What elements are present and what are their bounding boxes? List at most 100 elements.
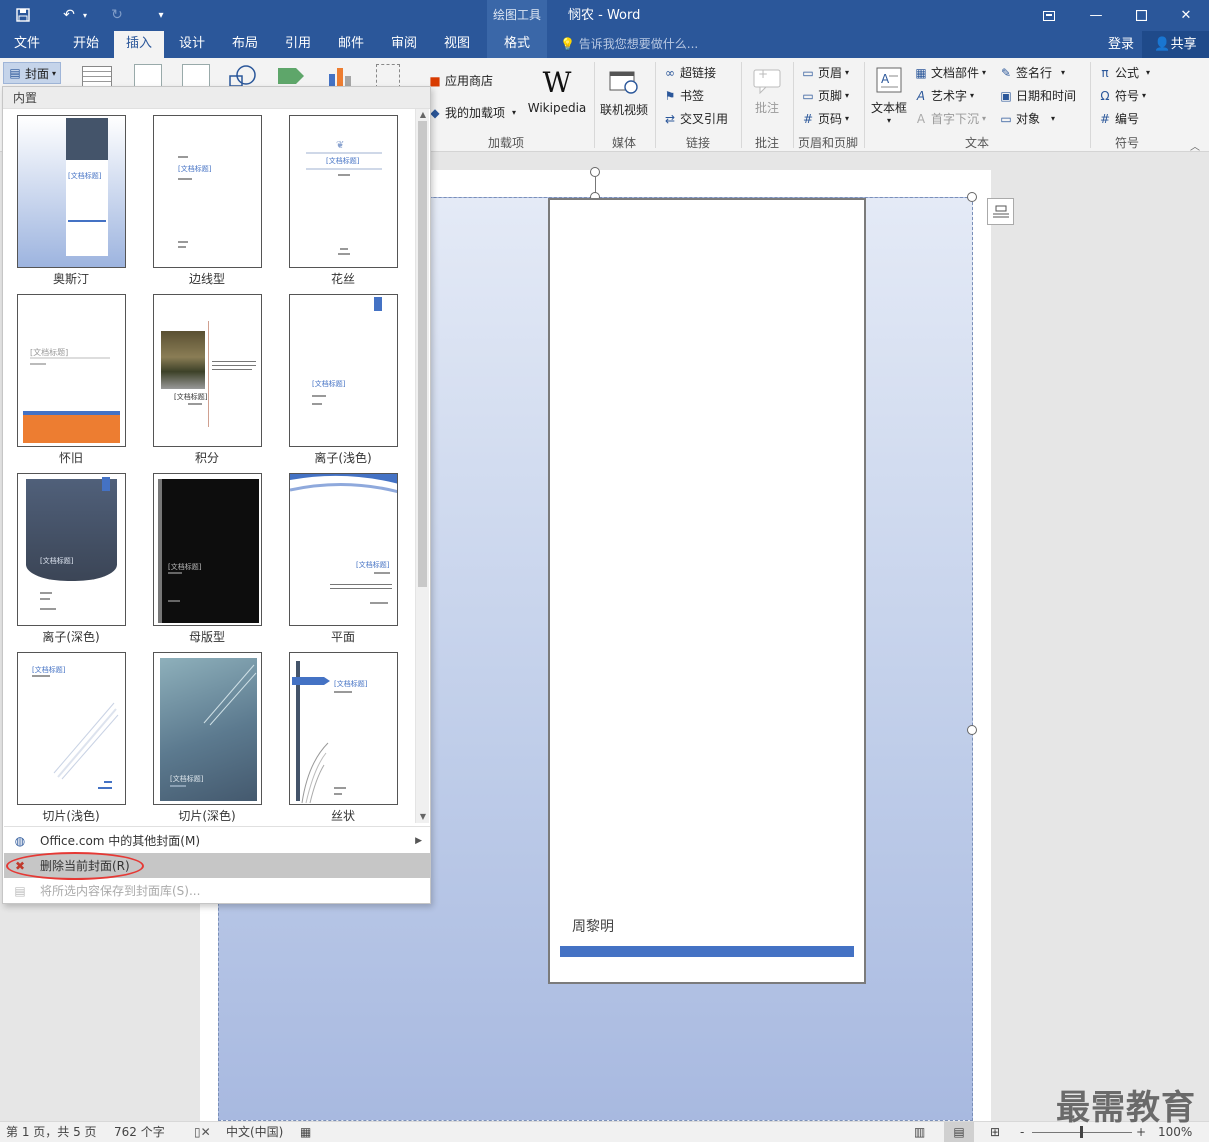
object-button[interactable]: ▭ 对象 ▾ <box>999 110 1055 127</box>
resize-handle-right[interactable] <box>967 725 977 735</box>
page-number-button[interactable]: # 页码 ▾ <box>801 110 849 127</box>
zoom-out-button[interactable]: - <box>1020 1122 1024 1142</box>
share-button[interactable]: 👤共享 <box>1142 31 1209 58</box>
my-addins-button[interactable]: ◆ 我的加载项 ▾ <box>428 104 516 121</box>
collapse-ribbon-icon[interactable]: ︿ <box>1190 138 1200 153</box>
online-video-label: 联机视频 <box>599 103 648 117</box>
chevron-down-icon: ▾ <box>970 91 975 100</box>
login-link[interactable]: 登录 <box>1108 31 1134 58</box>
tab-insert[interactable]: 插入 <box>114 31 164 58</box>
cover-tile-austin[interactable]: [文档标题] 奥斯汀 <box>3 110 139 286</box>
tab-file[interactable]: 文件 <box>2 31 52 58</box>
tab-layout[interactable]: 布局 <box>221 31 269 58</box>
header-button[interactable]: ▭ 页眉 ▾ <box>801 64 849 81</box>
signature-line-button[interactable]: ✎ 签名行 ▾ <box>999 64 1065 81</box>
cross-reference-button[interactable]: ⇄ 交叉引用 <box>663 110 728 127</box>
tab-home[interactable]: 开始 <box>60 31 112 58</box>
cover-text-frame[interactable]: 周黎明 <box>548 198 866 984</box>
online-video-button[interactable]: 联机视频 <box>598 66 650 118</box>
signature-line-label: 签名行 <box>1016 66 1053 80</box>
store-button[interactable]: ■ 应用商店 <box>428 72 493 89</box>
resize-handle-top-right[interactable] <box>967 192 977 202</box>
undo-dropdown-icon[interactable]: ▾ <box>78 4 92 26</box>
read-mode-icon[interactable]: ▥ <box>914 1122 925 1142</box>
language-indicator[interactable]: 中文(中国) <box>226 1122 283 1142</box>
word-count[interactable]: 762 个字 <box>114 1122 165 1142</box>
footer-button[interactable]: ▭ 页脚 ▾ <box>801 87 849 104</box>
smartart-icon[interactable] <box>276 66 306 86</box>
number-button[interactable]: # 编号 <box>1098 110 1139 127</box>
cover-tile-sideline[interactable]: [文档标题] 边线型 <box>139 110 275 286</box>
chart-icon[interactable] <box>326 64 354 88</box>
author-text[interactable]: 周黎明 <box>572 916 614 936</box>
proofing-icon[interactable]: ▯✕ <box>194 1122 211 1142</box>
maximize-icon[interactable] <box>1118 0 1164 31</box>
screenshot-icon[interactable] <box>376 64 400 88</box>
redo-icon[interactable]: ↻ <box>104 4 130 26</box>
cover-thumbnail: ❦ [文档标题] <box>289 115 398 268</box>
save-selection-label: 将所选内容保存到封面库(S)... <box>40 884 201 898</box>
tile-label: 丝状 <box>330 809 355 823</box>
cover-tile-wisp[interactable]: [文档标题] 丝状 <box>275 647 411 823</box>
hyperlink-button[interactable]: ∞ 超链接 <box>663 64 716 81</box>
date-time-button[interactable]: ▣ 日期和时间 <box>999 87 1076 104</box>
picture-icon[interactable] <box>134 64 162 88</box>
cover-tile-facet[interactable]: [文档标题] 平面 <box>275 468 411 644</box>
chevron-down-icon: ▾ <box>886 116 891 125</box>
tab-mailings[interactable]: 邮件 <box>327 31 375 58</box>
cover-page-button[interactable]: ▤ 封面 ▾ <box>3 62 62 84</box>
gallery-scrollbar[interactable]: ▲ ▼ <box>415 109 429 823</box>
minimize-icon[interactable]: — <box>1073 0 1119 31</box>
cover-tile-retrospect[interactable]: [文档标题] 怀旧 <box>3 289 139 465</box>
page-count[interactable]: 第 1 页，共 5 页 <box>6 1122 97 1142</box>
tab-format[interactable]: 格式 <box>487 31 547 58</box>
cover-thumbnail: [文档标题] <box>17 473 126 626</box>
tab-references[interactable]: 引用 <box>274 31 322 58</box>
tile-label: 边线型 <box>188 272 225 286</box>
ribbon-display-icon[interactable] <box>1026 0 1072 31</box>
new-comment-button[interactable]: + 批注 <box>746 64 788 116</box>
symbol-button[interactable]: Ω 符号 ▾ <box>1098 87 1146 104</box>
macro-recording-icon[interactable]: ▦ <box>300 1122 311 1142</box>
more-covers-office-item[interactable]: ◍ Office.com 中的其他封面(M) ▶ <box>4 828 430 853</box>
cover-tile-filigree[interactable]: ❦ [文档标题] 花丝 <box>275 110 411 286</box>
watermark-logo: 最需教育 <box>1056 1088 1196 1128</box>
cover-tile-slice-dark[interactable]: [文档标题] 切片(深色) <box>139 647 275 823</box>
tab-review[interactable]: 审阅 <box>380 31 428 58</box>
cover-thumbnail: [文档标题] <box>289 294 398 447</box>
cover-tile-ion-dark[interactable]: [文档标题] 离子(深色) <box>3 468 139 644</box>
dropcap-icon: A <box>916 111 926 126</box>
tile-label: 切片(深色) <box>178 809 236 823</box>
tell-me-box[interactable]: 💡 告诉我您想要做什么... <box>560 31 698 58</box>
close-icon[interactable]: ✕ <box>1163 0 1209 31</box>
save-icon[interactable] <box>10 4 36 26</box>
print-layout-icon[interactable]: ▤ <box>944 1122 974 1142</box>
tab-design[interactable]: 设计 <box>168 31 216 58</box>
cover-tile-ion-light[interactable]: [文档标题] 离子(浅色) <box>275 289 411 465</box>
globe-page-icon: ◍ <box>14 833 26 848</box>
wordart-button[interactable]: A 艺术字 ▾ <box>914 87 974 104</box>
online-picture-icon[interactable] <box>182 64 210 88</box>
shapes-icon[interactable] <box>228 64 258 88</box>
quick-parts-button[interactable]: ▦ 文档部件 ▾ <box>914 64 986 81</box>
cover-tile-slice-light[interactable]: [文档标题] 切片(浅色) <box>3 647 139 823</box>
web-layout-icon[interactable]: ⊞ <box>990 1122 1000 1142</box>
textbox-button[interactable]: A 文本框 ▾ <box>868 64 910 125</box>
bookmark-button[interactable]: ⚑ 书签 <box>663 87 704 104</box>
equation-button[interactable]: π 公式 ▾ <box>1098 64 1150 81</box>
accent-bar <box>560 946 854 957</box>
rotate-handle[interactable] <box>590 167 600 177</box>
customize-qat-icon[interactable]: ▾ <box>148 4 174 26</box>
scrollbar-thumb[interactable] <box>418 121 427 587</box>
table-icon[interactable] <box>82 66 112 88</box>
svg-text:A: A <box>881 72 890 86</box>
scroll-down-icon[interactable]: ▼ <box>416 811 430 823</box>
scroll-up-icon[interactable]: ▲ <box>416 109 430 121</box>
layout-options-icon[interactable] <box>987 198 1014 225</box>
cover-tile-banded[interactable]: [文档标题] 母版型 <box>139 468 275 644</box>
dropcap-button[interactable]: A 首字下沉 ▾ <box>914 110 986 127</box>
tab-view[interactable]: 视图 <box>433 31 481 58</box>
save-selection-item[interactable]: ▤ 将所选内容保存到封面库(S)... <box>4 878 430 903</box>
wikipedia-button[interactable]: W Wikipedia <box>526 66 588 116</box>
cover-tile-integral[interactable]: [文档标题] 积分 <box>139 289 275 465</box>
